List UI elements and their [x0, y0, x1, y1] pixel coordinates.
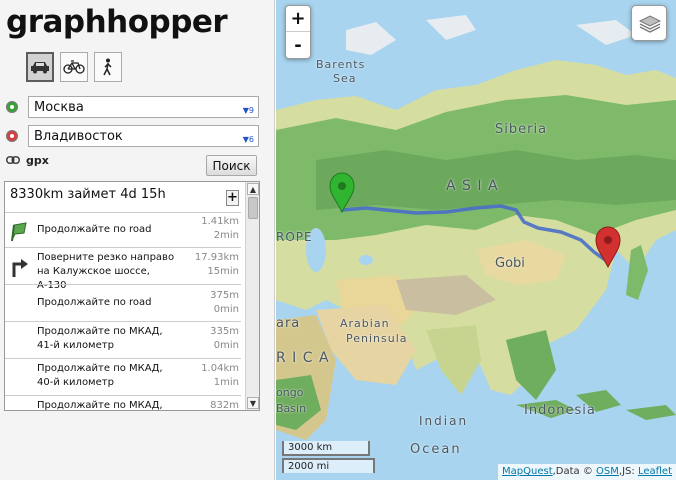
scroll-up-arrow-icon[interactable]: ▲: [247, 183, 259, 195]
scale-km: 3000 km: [282, 441, 370, 456]
car-vehicle-button[interactable]: [26, 52, 54, 82]
map-label-indonesia: Indonesia: [524, 403, 596, 418]
mapquest-link[interactable]: MapQuest: [502, 464, 553, 480]
scale-mi: 2000 mi: [282, 458, 375, 473]
instructions-panel: 8330km займет 4d 15h + Продолжайте по ro…: [4, 181, 260, 411]
expand-button[interactable]: +: [226, 190, 239, 206]
map-label-asia: A S I A: [446, 178, 499, 194]
attribution-js-text: ,JS:: [618, 466, 638, 477]
leaflet-link[interactable]: Leaflet: [638, 464, 672, 480]
map-label-arabian: Arabian: [340, 317, 390, 330]
step-time: 1min: [213, 377, 239, 388]
instruction-step[interactable]: Продолжайте по МКАД, 39- 832m: [5, 395, 241, 411]
map-label-basin: Basin: [276, 402, 307, 415]
step-text: Продолжайте по МКАД, 39-: [37, 400, 163, 411]
osm-link[interactable]: OSM: [596, 464, 619, 480]
link-icon: [6, 156, 20, 164]
layers-button[interactable]: [631, 5, 667, 41]
instruction-step[interactable]: Продолжайте по road 375m 0min: [5, 284, 241, 320]
map-label-ocean: Ocean: [410, 442, 462, 457]
car-icon: [31, 62, 49, 74]
step-text: Продолжайте по МКАД, 41-й километр: [37, 326, 163, 351]
step-time: 0min: [213, 304, 239, 315]
step-distance: 335m: [210, 326, 239, 337]
end-point-value: Владивосток: [34, 129, 123, 144]
sharp-right-icon: [12, 259, 28, 277]
gpx-label[interactable]: gpx: [26, 154, 49, 167]
gpx-export[interactable]: gpx: [6, 152, 49, 168]
step-time: 2min: [213, 230, 239, 241]
map-label-rica: R I C A: [276, 350, 330, 366]
search-button[interactable]: Поиск: [206, 155, 257, 176]
end-point-input[interactable]: Владивосток ▼6: [28, 125, 259, 147]
step-time: 0min: [213, 340, 239, 351]
end-marker-icon: [6, 130, 18, 142]
end-dropdown-arrow[interactable]: ▼6: [243, 131, 254, 149]
zoom-in-button[interactable]: +: [286, 6, 310, 32]
step-text: Продолжайте по road: [37, 297, 152, 308]
step-text: Продолжайте по road: [37, 224, 152, 235]
map-label-siberia: Siberia: [495, 122, 548, 137]
map-label-indian: Indian: [419, 414, 469, 428]
step-time: 15min: [207, 266, 239, 277]
map-label-peninsula: Peninsula: [346, 332, 408, 345]
map-label-europe: ROPE: [276, 230, 313, 244]
zoom-control: + -: [285, 5, 311, 59]
step-distance: 17.93km: [194, 252, 239, 263]
foot-vehicle-button[interactable]: [94, 52, 122, 82]
start-point-input[interactable]: Москва ▼9: [28, 96, 259, 118]
bike-vehicle-button[interactable]: [60, 52, 88, 82]
map-label-sea: Sea: [333, 72, 357, 85]
sidebar: graphhopper Москва ▼9 Владивосток ▼6 gpx…: [0, 0, 275, 480]
instruction-step[interactable]: Поверните резко направо на Калужское шос…: [5, 247, 241, 291]
map[interactable]: Barents Sea Siberia A S I A ROPE Gobi ar…: [276, 0, 676, 480]
step-distance: 1.04km: [201, 363, 239, 374]
step-distance: 832m: [210, 400, 239, 411]
continue-icon: [11, 222, 27, 242]
step-distance: 375m: [210, 290, 239, 301]
scroll-thumb[interactable]: [248, 197, 258, 219]
instruction-step[interactable]: Продолжайте по МКАД, 41-й километр 335m …: [5, 321, 241, 357]
instructions-scrollbar[interactable]: ▲ ▼: [245, 182, 259, 410]
map-label-ongo: ongo: [276, 386, 304, 399]
step-distance: 1.41km: [201, 216, 239, 227]
map-label-barents: Barents: [316, 58, 366, 71]
instruction-step[interactable]: Продолжайте по МКАД, 40-й километр 1.04k…: [5, 358, 241, 394]
graphhopper-logo: graphhopper: [6, 4, 228, 40]
scroll-down-arrow-icon[interactable]: ▼: [247, 397, 259, 409]
route-summary: 8330km займет 4d 15h: [10, 187, 166, 202]
route-point-start: Москва ▼9: [4, 96, 259, 118]
map-label-gobi: Gobi: [495, 256, 525, 271]
route-point-end: Владивосток ▼6: [4, 125, 259, 147]
map-label-ara: ara: [276, 316, 301, 331]
start-dropdown-arrow[interactable]: ▼9: [243, 102, 254, 120]
zoom-out-button[interactable]: -: [286, 33, 310, 59]
start-marker-icon: [6, 101, 18, 113]
step-text: Продолжайте по МКАД, 40-й километр: [37, 363, 163, 388]
walk-icon: [103, 58, 112, 76]
attribution-data-text: ,Data ©: [552, 466, 597, 477]
start-point-value: Москва: [34, 100, 84, 115]
bike-icon: [63, 60, 85, 74]
instruction-step[interactable]: Продолжайте по road 1.41km 2min: [5, 212, 241, 247]
map-attribution: MapQuest ,Data © OSM ,JS: Leaflet: [498, 464, 676, 480]
layers-icon: [638, 15, 662, 33]
